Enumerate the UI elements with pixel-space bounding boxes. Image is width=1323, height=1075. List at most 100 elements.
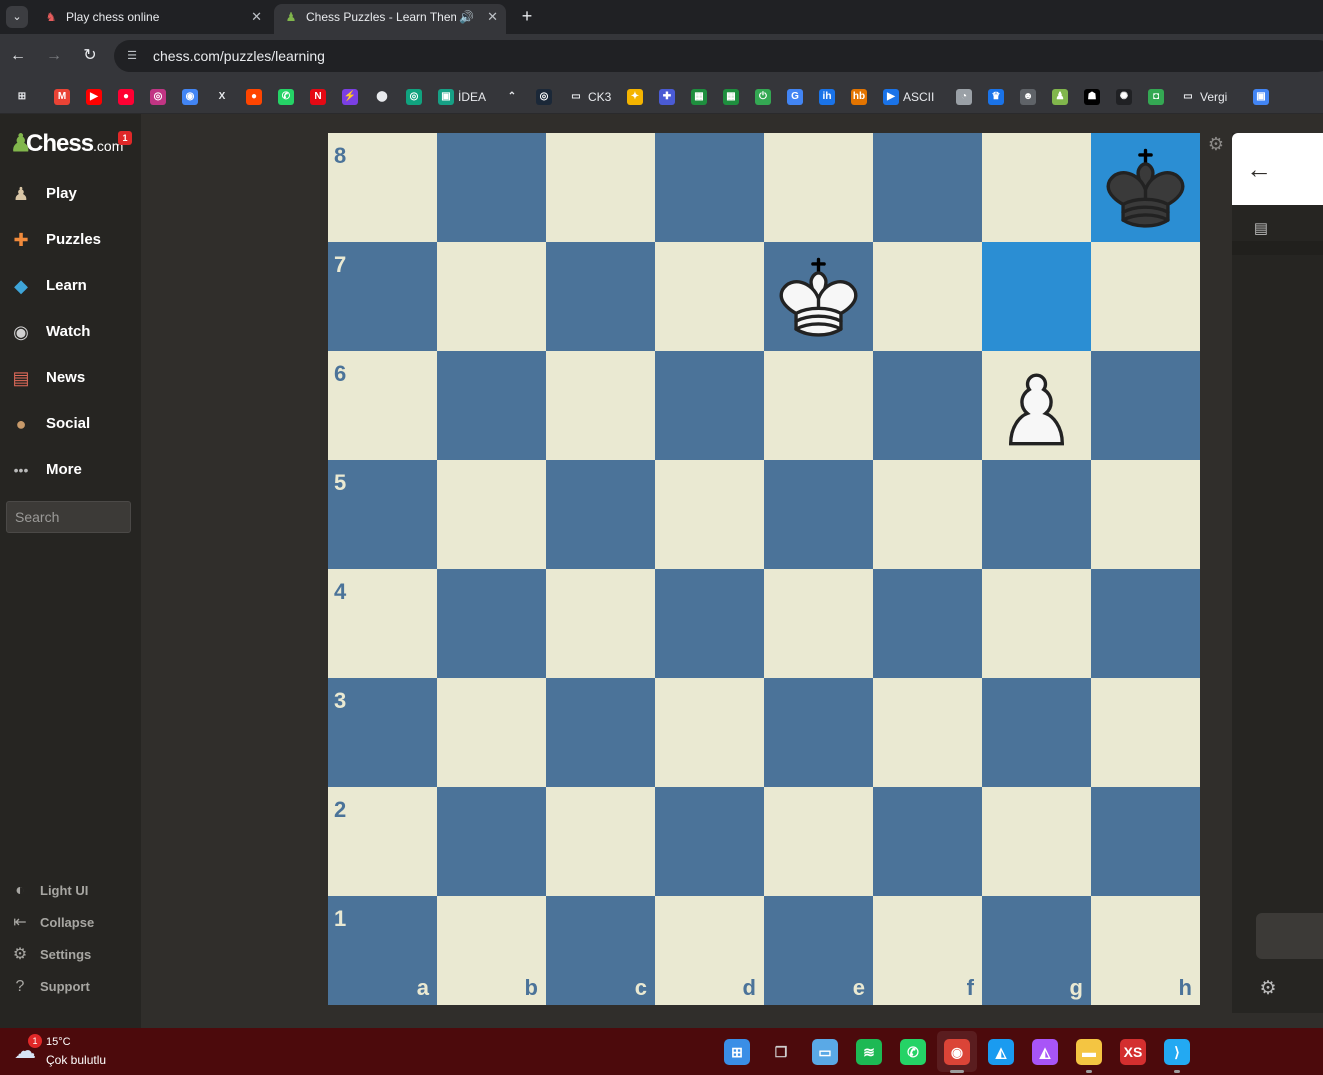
square-a6[interactable]: 6 [328, 351, 437, 460]
bookmark-26[interactable]: ◔ [956, 87, 972, 105]
bookmark-1[interactable]: M [54, 87, 70, 105]
square-g7[interactable] [982, 242, 1091, 351]
bookmark-19[interactable]: ▦ [691, 87, 707, 105]
notes-icon[interactable]: ▤ [1252, 220, 1270, 238]
square-b1[interactable]: b [437, 896, 546, 1005]
square-a7[interactable]: 7 [328, 242, 437, 351]
vscode-icon[interactable]: ⟩ [1164, 1039, 1190, 1065]
bookmark-28[interactable]: ☻ [1020, 87, 1036, 105]
square-g8[interactable] [982, 133, 1091, 242]
bookmark-33[interactable]: ▭ Vergi [1180, 87, 1227, 105]
square-d6[interactable] [655, 351, 764, 460]
photos-icon[interactable]: ▭ [812, 1039, 838, 1065]
bookmark-3[interactable]: ● [118, 87, 134, 105]
xs-app-icon[interactable]: XS [1120, 1039, 1146, 1065]
bookmark-0[interactable]: ⊞ [14, 87, 30, 105]
bookmark-15[interactable]: ◎ [536, 87, 552, 105]
square-a8[interactable]: 8 [328, 133, 437, 242]
square-a3[interactable]: 3 [328, 678, 437, 787]
bookmark-30[interactable]: ☗ [1084, 87, 1100, 105]
square-e4[interactable] [764, 569, 873, 678]
square-h4[interactable] [1091, 569, 1200, 678]
bookmark-34[interactable]: ▣ [1253, 87, 1269, 105]
square-e3[interactable] [764, 678, 873, 787]
square-g3[interactable] [982, 678, 1091, 787]
square-h6[interactable] [1091, 351, 1200, 460]
sidebar-search-input[interactable]: Search [6, 501, 131, 533]
square-f2[interactable] [873, 787, 982, 896]
bookmark-6[interactable]: X [214, 87, 230, 105]
reload-icon[interactable]: ↻ [80, 46, 100, 66]
chrome-icon[interactable]: ◉ [944, 1039, 970, 1065]
square-d1[interactable]: d [655, 896, 764, 1005]
square-c2[interactable] [546, 787, 655, 896]
bookmark-12[interactable]: ◎ [406, 87, 422, 105]
square-b3[interactable] [437, 678, 546, 787]
square-a5[interactable]: 5 [328, 460, 437, 569]
square-c5[interactable] [546, 460, 655, 569]
square-h3[interactable] [1091, 678, 1200, 787]
whatsapp-icon[interactable]: ✆ [900, 1039, 926, 1065]
gear-icon[interactable]: ⚙ [1258, 979, 1278, 999]
square-b4[interactable] [437, 569, 546, 678]
address-bar[interactable]: ☰ chess.com/puzzles/learning [114, 40, 1323, 72]
bookmark-11[interactable]: ⬤ [374, 87, 390, 105]
black-king-piece[interactable] [1095, 137, 1196, 238]
chess-com-logo[interactable]: ♟Chess.com [10, 130, 123, 160]
bookmark-22[interactable]: G [787, 87, 803, 105]
sidebar-item-watch[interactable]: ◉ Watch [8, 318, 136, 346]
back-arrow-icon[interactable]: ← [1246, 155, 1272, 183]
bookmark-14[interactable]: ⌃ [504, 87, 520, 105]
square-d5[interactable] [655, 460, 764, 569]
site-info-icon[interactable]: ☰ [124, 48, 140, 64]
square-b5[interactable] [437, 460, 546, 569]
square-g2[interactable] [982, 787, 1091, 896]
bookmark-8[interactable]: ✆ [278, 87, 294, 105]
sidebar-item-more[interactable]: ••• More [8, 456, 136, 484]
square-h5[interactable] [1091, 460, 1200, 569]
weather-temperature[interactable]: 15°C [46, 1036, 71, 1048]
square-d8[interactable] [655, 133, 764, 242]
sidebar-item-news[interactable]: ▤ News [8, 364, 136, 392]
bookmark-24[interactable]: hb [851, 87, 867, 105]
board-settings-gear-icon[interactable]: ⚙ [1207, 135, 1225, 153]
square-d3[interactable] [655, 678, 764, 787]
square-e6[interactable] [764, 351, 873, 460]
square-f4[interactable] [873, 569, 982, 678]
affinity-designer-icon[interactable]: ◭ [988, 1039, 1014, 1065]
forward-arrow-icon[interactable]: → [44, 46, 64, 66]
square-e2[interactable] [764, 787, 873, 896]
square-c6[interactable] [546, 351, 655, 460]
square-b2[interactable] [437, 787, 546, 896]
bookmark-13[interactable]: ▣ İDEA [438, 87, 486, 105]
sidebar-item-social[interactable]: ● Social [8, 410, 136, 438]
square-g5[interactable] [982, 460, 1091, 569]
chess-board[interactable]: 8 7 6 54321abcdefgh [328, 133, 1200, 1005]
bookmark-27[interactable]: ♛ [988, 87, 1004, 105]
bookmark-7[interactable]: ● [246, 87, 262, 105]
task-view-icon[interactable]: ❐ [768, 1039, 794, 1065]
bookmark-10[interactable]: ⚡ [342, 87, 358, 105]
square-f1[interactable]: f [873, 896, 982, 1005]
bookmark-23[interactable]: ih [819, 87, 835, 105]
square-a1[interactable]: 1a [328, 896, 437, 1005]
sidebar-item-play[interactable]: ♟ Play [8, 180, 136, 208]
square-h7[interactable] [1091, 242, 1200, 351]
light-ui-toggle[interactable]: ◐ Light UI [10, 880, 130, 902]
square-e5[interactable] [764, 460, 873, 569]
settings-link[interactable]: ⚙ Settings [10, 944, 130, 966]
bookmark-18[interactable]: ✚ [659, 87, 675, 105]
file-explorer-icon[interactable]: ▬ [1076, 1039, 1102, 1065]
square-b7[interactable] [437, 242, 546, 351]
support-link[interactable]: ? Support [10, 976, 130, 998]
bookmark-4[interactable]: ◎ [150, 87, 166, 105]
windows-start-icon[interactable]: ⊞ [724, 1039, 750, 1065]
spotify-icon[interactable]: ≋ [856, 1039, 882, 1065]
square-f3[interactable] [873, 678, 982, 787]
browser-tab-play-chess[interactable]: ♞ Play chess online ✕ [34, 4, 270, 34]
close-icon[interactable]: ✕ [487, 4, 498, 30]
bookmark-5[interactable]: ◉ [182, 87, 198, 105]
square-f7[interactable] [873, 242, 982, 351]
square-g1[interactable]: g [982, 896, 1091, 1005]
white-pawn-piece[interactable] [986, 355, 1087, 456]
